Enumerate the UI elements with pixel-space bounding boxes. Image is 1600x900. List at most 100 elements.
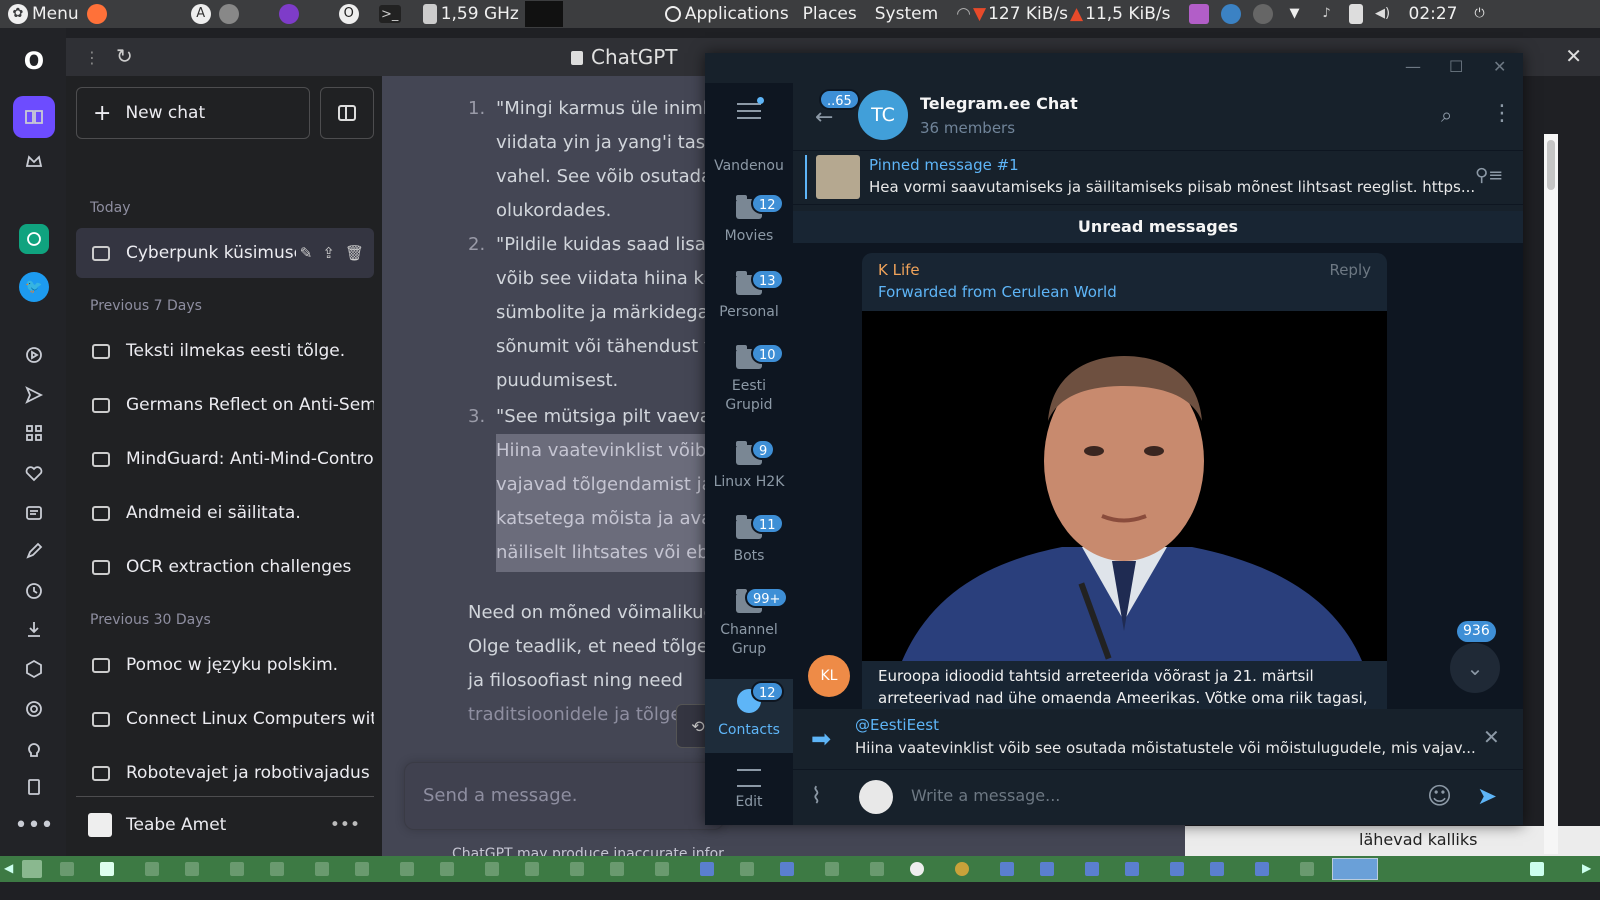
system-menu[interactable]: System (875, 0, 938, 28)
task-icon[interactable] (100, 862, 114, 876)
firefox-icon[interactable] (86, 4, 107, 24)
chatgpt-icon[interactable] (19, 224, 49, 254)
close-icon[interactable]: ✕ (1565, 44, 1582, 68)
message-bubble[interactable]: K Life Reply Forwarded from Cerulean Wor… (862, 253, 1387, 709)
tor-icon[interactable] (278, 4, 299, 24)
sender-avatar[interactable] (859, 780, 893, 814)
lightbulb-icon[interactable] (19, 734, 49, 764)
sender-avatar[interactable]: KL (808, 655, 850, 697)
share-icon[interactable]: ⇪ (322, 244, 335, 262)
pinned-message[interactable]: Pinned message #1 Hea vormi saavutamisek… (793, 151, 1523, 205)
folder-edit[interactable]: Edit (705, 769, 793, 812)
history-item[interactable]: Teksti ilmekas eesti tõlge. (76, 326, 374, 376)
task-icon[interactable] (1210, 862, 1224, 876)
battery-icon[interactable] (1348, 4, 1363, 24)
reader-icon[interactable] (13, 96, 55, 138)
emoji-icon[interactable]: ☺ (1427, 782, 1452, 810)
history-item[interactable]: MindGuard: Anti-Mind-Contro (76, 434, 374, 484)
forwarded-from[interactable]: Forwarded from Cerulean World (878, 283, 1117, 301)
task-icon[interactable] (485, 862, 499, 876)
tray-icon[interactable] (1530, 862, 1544, 876)
news-icon[interactable] (19, 498, 49, 528)
cube-icon[interactable] (19, 654, 49, 684)
task-icon[interactable] (610, 862, 624, 876)
task-icon[interactable] (740, 862, 754, 876)
folder-vandenou[interactable]: Vandenou (705, 157, 793, 176)
settings-gear-icon[interactable] (218, 4, 239, 24)
task-icon[interactable] (400, 862, 414, 876)
clock[interactable]: 02:27 (1409, 4, 1458, 24)
power-icon[interactable]: ⏻ (1470, 4, 1490, 24)
menu-button[interactable]: ✿ Menu (4, 0, 79, 28)
task-icon[interactable] (1040, 862, 1054, 876)
task-icon[interactable] (1125, 862, 1139, 876)
hamburger-menu-icon[interactable] (737, 97, 764, 119)
task-icon[interactable] (1000, 862, 1014, 876)
history-item[interactable]: OCR extraction challenges (76, 542, 374, 592)
task-icon[interactable] (355, 862, 369, 876)
message-sender[interactable]: K Life (878, 261, 920, 279)
twitter-icon[interactable]: 🐦 (19, 272, 49, 302)
task-icon[interactable] (440, 862, 454, 876)
close-icon[interactable]: ✕ (1493, 57, 1506, 76)
task-icon[interactable] (955, 862, 969, 876)
edit-icon[interactable] (19, 536, 49, 566)
task-icon[interactable] (315, 862, 329, 876)
history-item[interactable]: Andmeid ei säilitata. (76, 488, 374, 538)
message-photo[interactable] (862, 311, 1387, 661)
extension-icon[interactable] (19, 772, 49, 802)
task-icon[interactable] (700, 862, 714, 876)
terminal-icon[interactable]: >_ (378, 5, 401, 23)
send-icon[interactable] (19, 380, 49, 410)
task-icon[interactable] (270, 862, 284, 876)
message-input[interactable]: Write a message... (911, 786, 1060, 805)
message-input[interactable]: Send a message. (404, 762, 724, 830)
wifi-tray-icon[interactable]: ▼ (1285, 4, 1305, 24)
task-icon[interactable] (1300, 862, 1314, 876)
history-item[interactable]: Germans Reflect on Anti-Semi (76, 380, 374, 430)
maximize-icon[interactable]: ☐ (1449, 57, 1463, 76)
applications-menu[interactable]: Applications (661, 0, 789, 28)
task-icon[interactable] (870, 862, 884, 876)
player-icon[interactable] (19, 340, 49, 370)
more-vertical-icon[interactable]: ⋮ (1491, 101, 1513, 126)
scrollbar[interactable] (1544, 134, 1558, 854)
right-arrow-icon[interactable]: ▶ (1582, 861, 1591, 875)
task-icon[interactable] (145, 862, 159, 876)
history-item[interactable]: Connect Linux Computers with (76, 694, 374, 744)
new-chat-button[interactable]: + New chat (76, 87, 310, 139)
scroll-down-button[interactable]: ⌄ (1450, 643, 1500, 693)
task-icon[interactable] (230, 862, 244, 876)
drag-handle-icon[interactable]: ⋮ (84, 48, 100, 67)
chrome-icon[interactable] (1220, 4, 1241, 24)
places-menu[interactable]: Places (803, 0, 857, 28)
toggle-sidebar-button[interactable] (320, 87, 374, 139)
apps-grid-icon[interactable] (19, 418, 49, 448)
reply-button[interactable]: Reply (1329, 261, 1371, 279)
close-reply-icon[interactable]: ✕ (1483, 725, 1500, 749)
history-item[interactable]: Pomoc w języku polskim. (76, 640, 374, 690)
left-arrow-icon[interactable]: ◀ (4, 861, 13, 875)
delete-icon[interactable]: 🗑 (345, 244, 364, 262)
volume-icon[interactable]: ◀) (1373, 4, 1393, 24)
scrollbar-thumb[interactable] (1547, 140, 1555, 190)
folder-linux-h2k[interactable]: Linux H2K (705, 441, 793, 492)
task-icon[interactable] (655, 862, 669, 876)
opera-icon[interactable]: O (338, 4, 359, 24)
history-item[interactable]: Cyberpunk küsimuse ✎ ⇪ 🗑 (76, 228, 374, 278)
task-icon[interactable] (525, 862, 539, 876)
task-icon[interactable] (570, 862, 584, 876)
history-icon[interactable] (19, 576, 49, 606)
task-icon[interactable] (185, 862, 199, 876)
pinned-list-icon[interactable]: ⚲≡ (1475, 165, 1503, 186)
download-icon[interactable] (19, 614, 49, 644)
opera-logo-icon[interactable]: O (19, 46, 49, 76)
task-icon[interactable] (910, 862, 924, 876)
task-icon[interactable] (1085, 862, 1099, 876)
heart-icon[interactable] (19, 458, 49, 488)
app-a-icon[interactable]: A (190, 4, 211, 24)
active-task-telegram[interactable] (1332, 858, 1378, 880)
bell-icon[interactable]: ♪ (1317, 4, 1337, 24)
user-menu[interactable]: Teabe Amet ••• (76, 796, 374, 852)
attach-icon[interactable]: ⌇ (811, 784, 822, 809)
